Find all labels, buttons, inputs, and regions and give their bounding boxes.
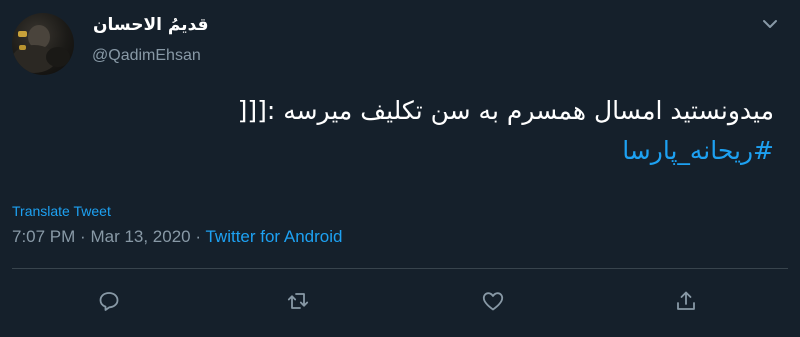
- heart-icon[interactable]: [479, 287, 507, 315]
- retweet-icon[interactable]: [284, 287, 312, 315]
- tweet-date[interactable]: Mar 13, 2020: [90, 227, 190, 246]
- meta-separator: ·: [80, 227, 86, 246]
- chevron-down-icon[interactable]: [760, 14, 780, 34]
- divider: [12, 268, 788, 269]
- avatar-image: [12, 25, 70, 73]
- hashtag-link[interactable]: #ریحانه_پارسا: [622, 136, 774, 166]
- user-handle[interactable]: @QadimEhsan: [92, 47, 201, 65]
- avatar[interactable]: [12, 13, 74, 75]
- tweet-time[interactable]: 7:07 PM: [12, 227, 75, 246]
- meta-separator: ·: [195, 227, 202, 246]
- reply-icon[interactable]: [95, 287, 123, 315]
- tweet-card: قدیمُ الاحسان @QadimEhsan میدونستید امسا…: [0, 0, 800, 337]
- tweet-source-link[interactable]: Twitter for Android: [205, 227, 342, 246]
- tweet-meta: 7:07 PM · Mar 13, 2020 · Twitter for And…: [12, 227, 342, 247]
- tweet-text: میدونستید امسال همسرم به سن تکلیف میرسه …: [237, 96, 774, 125]
- translate-tweet-link[interactable]: Translate Tweet: [12, 203, 111, 219]
- share-icon[interactable]: [672, 287, 700, 315]
- display-name[interactable]: قدیمُ الاحسان: [93, 15, 209, 35]
